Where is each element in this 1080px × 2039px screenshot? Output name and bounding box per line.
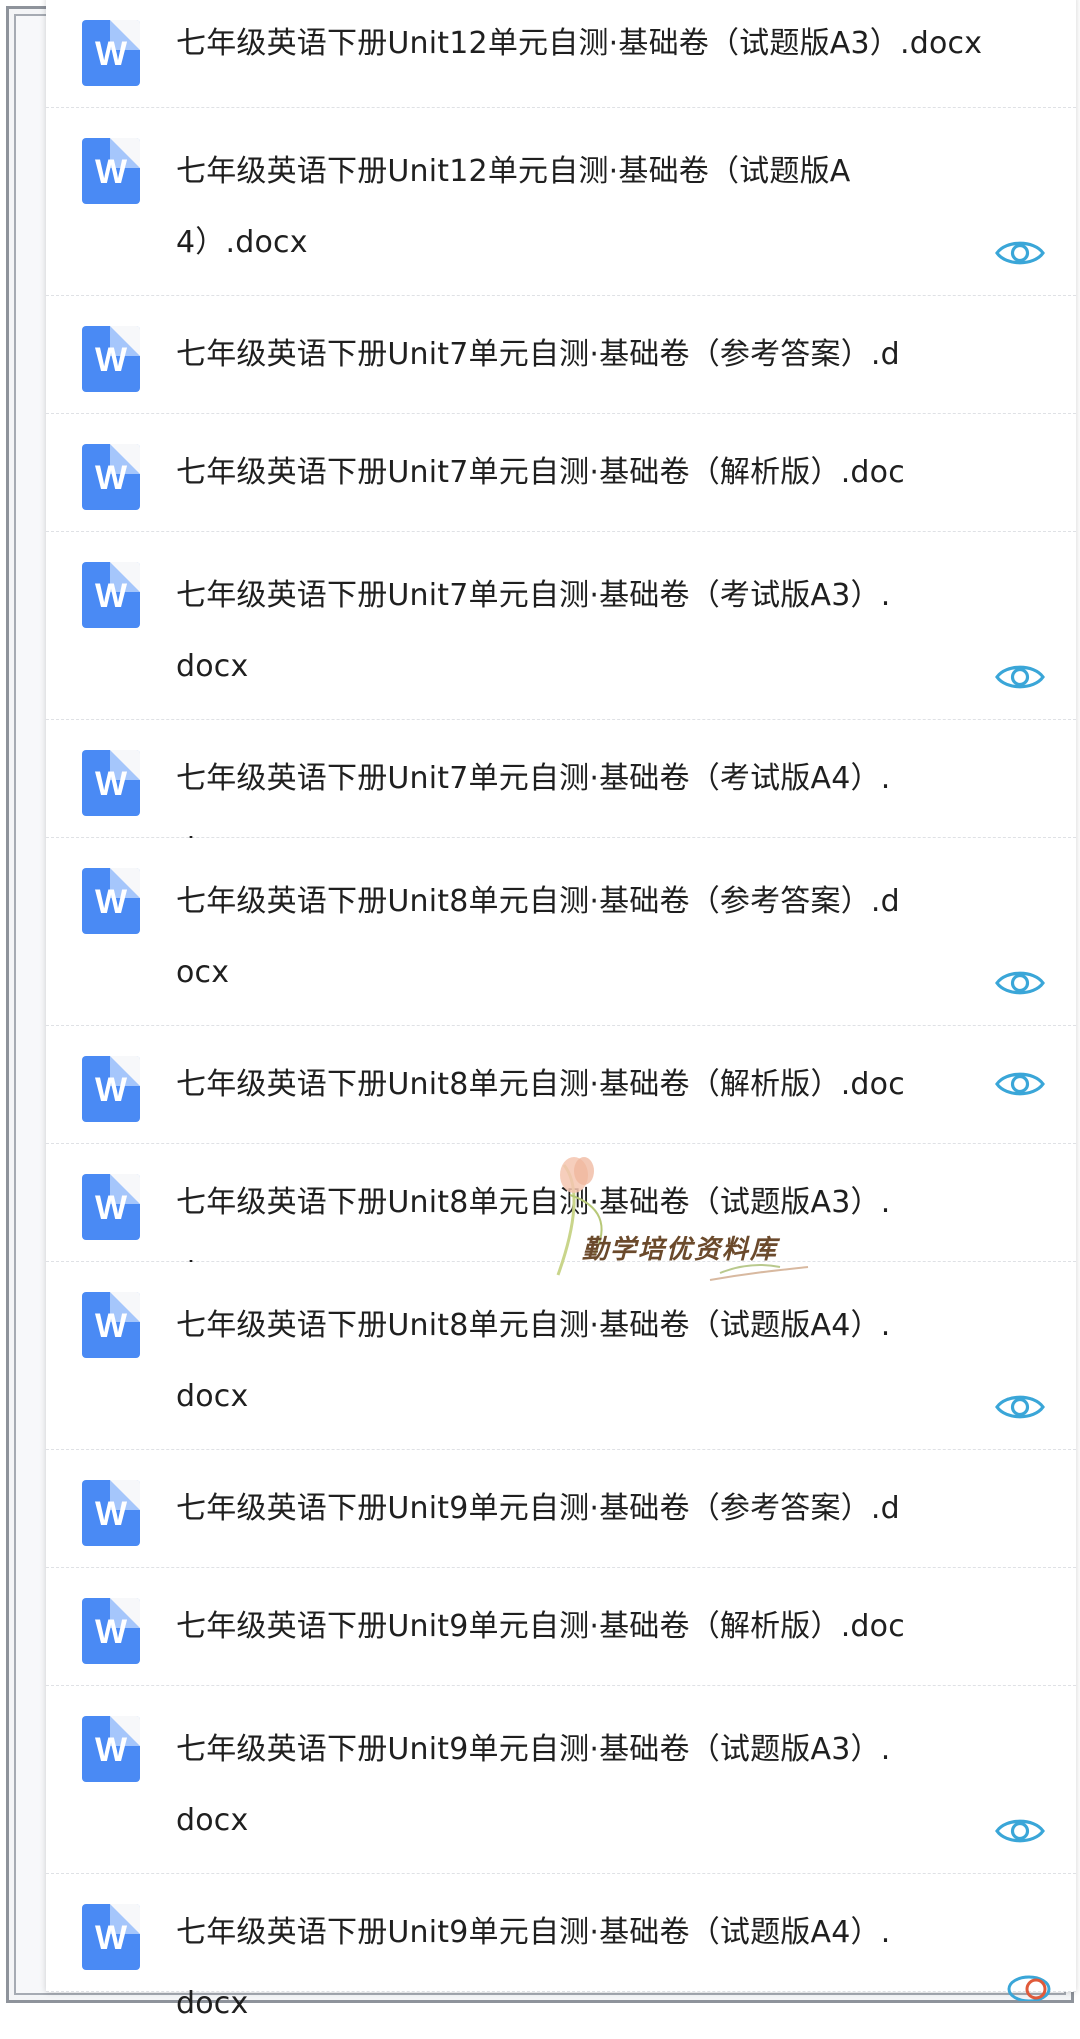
file-name[interactable]: 七年级英语下册Unit7单元自测·基础卷（考试版A3）.docx <box>176 560 906 702</box>
file-row[interactable]: W七年级英语下册Unit8单元自测·基础卷（试题版A3）.docx <box>46 1144 1076 1291</box>
word-doc-icon: W <box>82 1174 140 1240</box>
word-letter: W <box>94 1731 128 1769</box>
file-row[interactable]: W 七年级英语下册Unit9单元自测·基础卷（试题版A4）.docx <box>46 1874 1076 2021</box>
word-letter: W <box>94 1613 128 1651</box>
file-row[interactable]: W 七年级英语下册Unit9单元自测·基础卷（试题版A3）.docx <box>46 1686 1076 1874</box>
word-letter: W <box>94 577 128 615</box>
word-letter: W <box>94 1919 128 1957</box>
word-doc-icon: W <box>82 1480 140 1546</box>
word-doc-icon: W <box>82 444 140 510</box>
preview-eye-icon[interactable] <box>994 967 1046 999</box>
file-name[interactable]: 七年级英语下册Unit12单元自测·基础卷（试题版A3）.docx <box>176 8 1076 79</box>
word-letter: W <box>94 1495 128 1533</box>
preview-eye-icon[interactable] <box>994 661 1046 693</box>
file-name[interactable]: 七年级英语下册Unit9单元自测·基础卷（试题版A3）.docx <box>176 1714 906 1856</box>
word-doc-icon: W <box>82 1716 140 1782</box>
file-name[interactable]: 七年级英语下册Unit9单元自测·基础卷（试题版A4）.docx <box>176 1897 906 2039</box>
word-doc-icon: W <box>82 1292 140 1358</box>
word-doc-icon: W <box>82 750 140 816</box>
word-letter: W <box>94 341 128 379</box>
file-list: W 七年级英语下册Unit12单元自测·基础卷（试题版A3）.docx W 七年级英语… <box>46 0 1076 2021</box>
file-row[interactable]: W 七年级英语下册Unit12单元自测·基础卷（试题版A3）.docx <box>46 0 1076 108</box>
word-doc-icon: W <box>82 1598 140 1664</box>
file-row[interactable]: W 七年级英语下册Unit7单元自测·基础卷（考试版A3）.docx <box>46 532 1076 720</box>
word-letter: W <box>94 765 128 803</box>
word-letter: W <box>94 153 128 191</box>
preview-eye-icon[interactable] <box>994 1068 1046 1100</box>
file-row[interactable]: W七年级英语下册Unit8单元自测·基础卷（解析版）.docx <box>46 1026 1076 1173</box>
word-doc-icon: W <box>82 562 140 628</box>
word-letter: W <box>94 1307 128 1345</box>
word-doc-icon: W <box>82 326 140 392</box>
inner-frame: W 七年级英语下册Unit12单元自测·基础卷（试题版A3）.docx W 七年级英语… <box>14 0 1076 2021</box>
file-row[interactable]: W七年级英语下册Unit7单元自测·基础卷（考试版A4）.docx <box>46 720 1076 867</box>
word-letter: W <box>94 1071 128 1109</box>
file-row[interactable]: W七年级英语下册Unit7单元自测·基础卷（参考答案）.docx <box>46 296 1076 443</box>
word-doc-icon: W <box>82 868 140 934</box>
word-doc-icon: W <box>82 1056 140 1122</box>
word-letter: W <box>94 1189 128 1227</box>
word-doc-icon: W <box>82 138 140 204</box>
file-name[interactable]: 七年级英语下册Unit8单元自测·基础卷（参考答案）.docx <box>176 866 906 1008</box>
file-row[interactable]: W 七年级英语下册Unit12单元自测·基础卷（试题版A4）.docx <box>46 108 1076 296</box>
file-name[interactable]: 七年级英语下册Unit12单元自测·基础卷（试题版A4）.docx <box>176 136 906 278</box>
file-row[interactable]: W七年级英语下册Unit9单元自测·基础卷（解析版）.docx <box>46 1568 1076 1715</box>
word-letter: W <box>94 883 128 921</box>
partial-eye-icon <box>1007 1975 1051 2001</box>
file-row[interactable]: W 七年级英语下册Unit8单元自测·基础卷（参考答案）.docx <box>46 838 1076 1026</box>
preview-eye-icon[interactable] <box>994 1815 1046 1847</box>
word-letter: W <box>94 35 128 73</box>
file-row[interactable]: W七年级英语下册Unit7单元自测·基础卷（解析版）.docx <box>46 414 1076 561</box>
file-row[interactable]: W 七年级英语下册Unit8单元自测·基础卷（试题版A4）.docx <box>46 1262 1076 1450</box>
file-name[interactable]: 七年级英语下册Unit8单元自测·基础卷（试题版A4）.docx <box>176 1290 906 1432</box>
word-letter: W <box>94 459 128 497</box>
word-doc-icon: W <box>82 1904 140 1970</box>
preview-eye-icon[interactable] <box>994 237 1046 269</box>
file-row[interactable]: W七年级英语下册Unit9单元自测·基础卷（参考答案）.docx <box>46 1450 1076 1597</box>
preview-eye-icon[interactable] <box>994 1391 1046 1423</box>
word-doc-icon: W <box>82 20 140 86</box>
